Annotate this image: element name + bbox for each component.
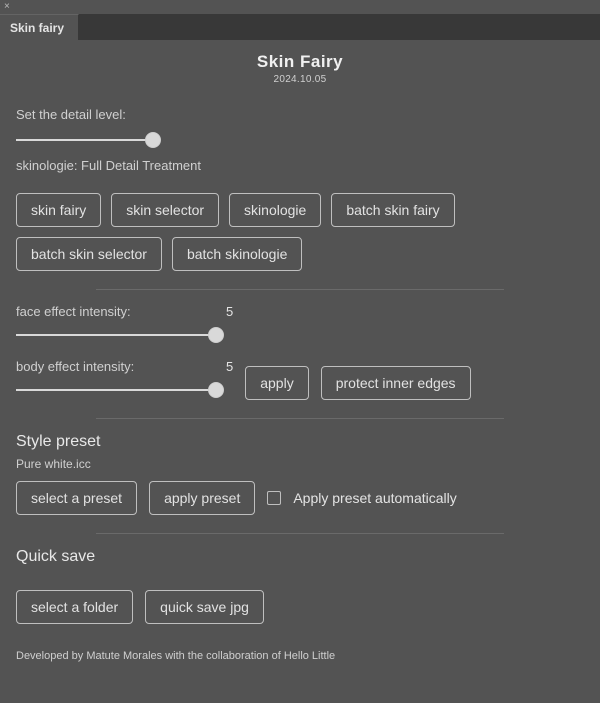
style-preset-row: select a preset apply preset Apply prese… <box>16 481 584 515</box>
body-intensity-slider[interactable] <box>16 380 233 400</box>
mode-batch-skinologie-button[interactable]: batch skinologie <box>172 237 302 271</box>
app-date: 2024.10.05 <box>16 74 584 85</box>
face-intensity-block: face effect intensity: 5 <box>16 304 584 345</box>
face-intensity-label: face effect intensity: <box>16 304 226 319</box>
mode-skin-fairy-button[interactable]: skin fairy <box>16 193 101 227</box>
apply-preset-auto-label: Apply preset automatically <box>293 490 456 506</box>
detail-level-status: skinologie: Full Detail Treatment <box>16 158 584 173</box>
app-title: Skin Fairy <box>16 52 584 72</box>
quick-save-jpg-button[interactable]: quick save jpg <box>145 590 264 624</box>
body-intensity-row: body effect intensity: 5 apply protect i… <box>16 359 584 400</box>
detail-level-slider[interactable] <box>16 130 584 150</box>
body-intensity-label: body effect intensity: <box>16 359 226 374</box>
mode-batch-skin-fairy-button[interactable]: batch skin fairy <box>331 193 454 227</box>
window-titlebar: × <box>0 0 600 14</box>
face-intensity-value: 5 <box>226 304 233 319</box>
mode-batch-skin-selector-button[interactable]: batch skin selector <box>16 237 162 271</box>
quick-save-row: select a folder quick save jpg <box>16 590 584 624</box>
body-intensity-value: 5 <box>226 359 233 374</box>
detail-level-thumb[interactable] <box>145 132 161 148</box>
close-icon[interactable]: × <box>4 2 10 12</box>
apply-button[interactable]: apply <box>245 366 308 400</box>
apply-preset-button[interactable]: apply preset <box>149 481 255 515</box>
mode-skin-selector-button[interactable]: skin selector <box>111 193 219 227</box>
body-intensity-thumb[interactable] <box>208 382 224 398</box>
credits-text: Developed by Matute Morales with the col… <box>16 650 584 662</box>
separator <box>96 533 504 534</box>
face-intensity-thumb[interactable] <box>208 327 224 343</box>
mode-skinologie-button[interactable]: skinologie <box>229 193 321 227</box>
separator <box>96 289 504 290</box>
tab-skin-fairy[interactable]: Skin fairy <box>0 14 79 40</box>
select-folder-button[interactable]: select a folder <box>16 590 133 624</box>
quick-save-title: Quick save <box>16 548 584 566</box>
face-intensity-slider[interactable] <box>16 325 584 345</box>
tab-strip: Skin fairy <box>0 14 600 40</box>
style-preset-current: Pure white.icc <box>16 457 584 471</box>
detail-level-label: Set the detail level: <box>16 107 584 122</box>
protect-inner-edges-button[interactable]: protect inner edges <box>321 366 471 400</box>
mode-button-row: skin fairy skin selector skinologie batc… <box>16 193 584 271</box>
panel-header: Skin Fairy 2024.10.05 <box>16 52 584 85</box>
select-preset-button[interactable]: select a preset <box>16 481 137 515</box>
separator <box>96 418 504 419</box>
style-preset-title: Style preset <box>16 433 584 451</box>
apply-preset-auto-checkbox[interactable] <box>267 491 281 505</box>
panel-content: Skin Fairy 2024.10.05 Set the detail lev… <box>0 40 600 672</box>
